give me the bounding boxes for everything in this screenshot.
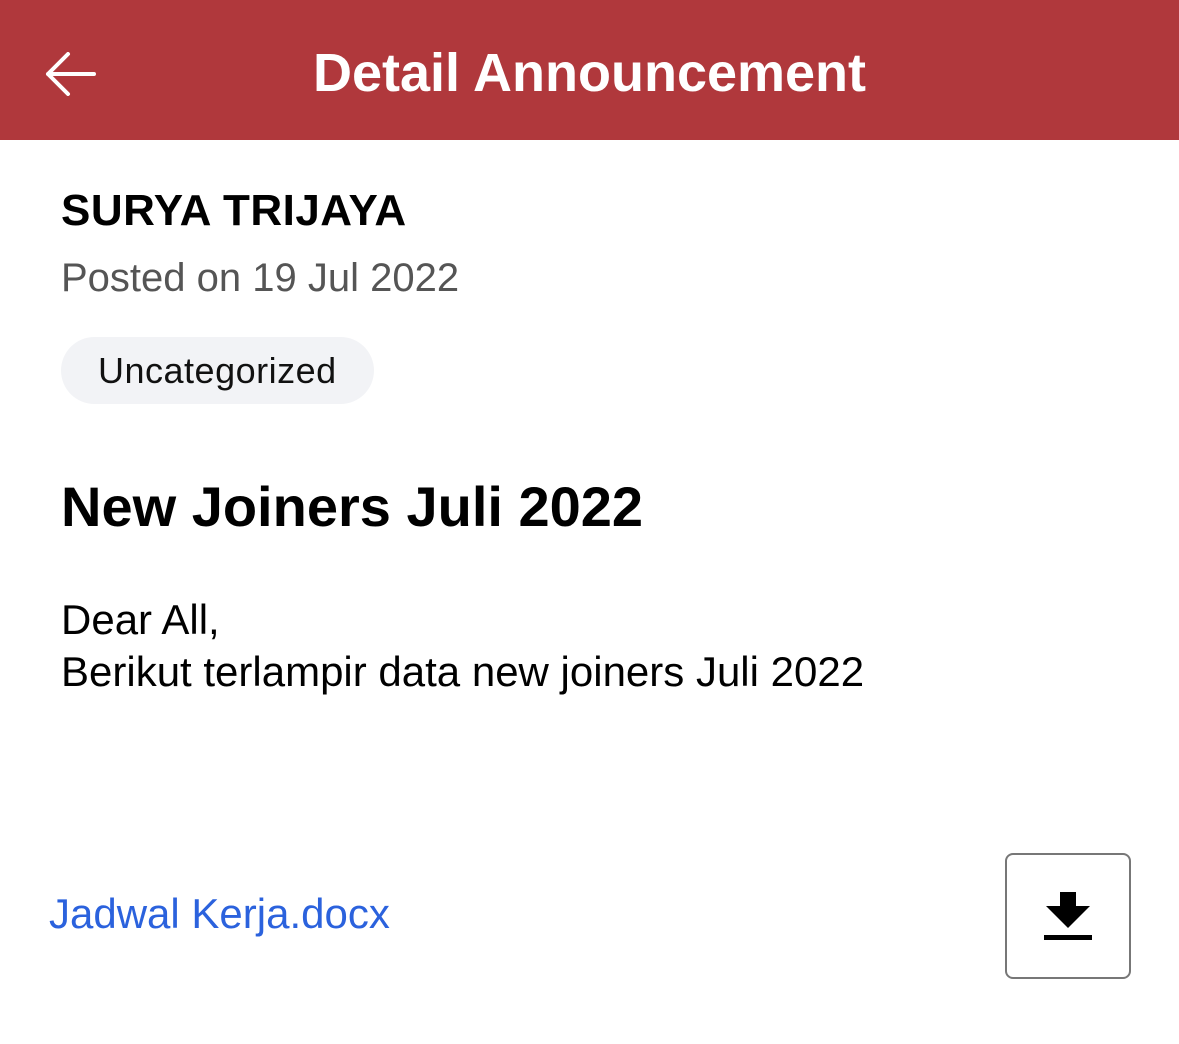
download-button[interactable] <box>1005 853 1131 979</box>
announcement-body: Dear All, Berikut terlampir data new joi… <box>61 594 864 698</box>
body-line: Dear All, <box>61 596 220 643</box>
body-line: Berikut terlampir data new joiners Juli … <box>61 648 865 695</box>
category-badge: Uncategorized <box>61 337 374 404</box>
posted-date: Posted on 19 Jul 2022 <box>61 256 460 300</box>
download-icon <box>1044 892 1092 940</box>
announcement-title: New Joiners Juli 2022 <box>61 475 644 538</box>
author-name: SURYA TRIJAYA <box>61 186 407 235</box>
app-header: Detail Announcement <box>0 0 1179 140</box>
page-title: Detail Announcement <box>312 43 867 103</box>
attachment-link[interactable]: Jadwal Kerja.docx <box>49 890 390 938</box>
